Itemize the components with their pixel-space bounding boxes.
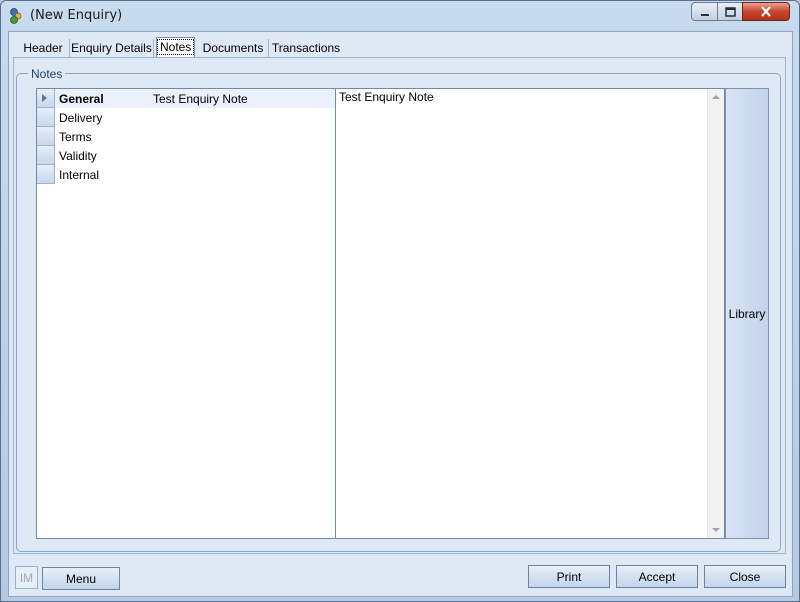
footer-bar: IM Menu Print Accept Close [9, 560, 792, 596]
tab-documents[interactable]: Documents [198, 39, 269, 57]
notes-row-terms[interactable]: Terms [37, 127, 335, 146]
title-bar[interactable]: (New Enquiry) [1, 1, 799, 31]
notes-row-validity[interactable]: Validity [37, 146, 335, 165]
maximize-button[interactable] [717, 2, 743, 21]
scroll-down-arrow-icon[interactable] [712, 528, 720, 532]
tab-transactions[interactable]: Transactions [271, 39, 341, 57]
note-category: Internal [59, 168, 100, 182]
notes-grid[interactable]: General Test Enquiry Note Delivery Terms… [36, 88, 336, 539]
print-button[interactable]: Print [528, 565, 610, 588]
form-body: Header Enquiry Details Notes Documents T… [8, 31, 793, 597]
tab-header[interactable]: Header [17, 39, 70, 57]
menu-button[interactable]: Menu [42, 567, 120, 590]
minimize-icon [700, 13, 709, 16]
app-icon[interactable] [8, 7, 24, 25]
close-window-button[interactable] [742, 2, 790, 21]
note-text-area[interactable]: Test Enquiry Note [336, 88, 725, 539]
notes-row-general[interactable]: General Test Enquiry Note [37, 89, 335, 108]
minimize-button[interactable] [691, 2, 718, 21]
note-text: Test Enquiry Note [339, 90, 434, 104]
tab-strip: Header Enquiry Details Notes Documents T… [9, 36, 792, 58]
note-category: General [59, 92, 104, 106]
close-icon [761, 6, 771, 17]
library-button[interactable]: Library [725, 88, 769, 539]
row-selector[interactable] [37, 127, 55, 146]
note-category: Delivery [59, 111, 103, 125]
row-selector[interactable] [37, 89, 55, 108]
row-selector[interactable] [37, 165, 55, 184]
note-category: Terms [59, 130, 92, 144]
im-logo: IM [15, 566, 38, 589]
notes-group-label: Notes [28, 67, 66, 81]
tab-notes[interactable]: Notes [156, 37, 195, 58]
close-button[interactable]: Close [704, 565, 786, 588]
current-row-arrow-icon [42, 94, 47, 102]
notes-row-internal[interactable]: Internal [37, 165, 335, 184]
window-title: (New Enquiry) [30, 8, 123, 23]
row-selector[interactable] [37, 146, 55, 165]
notes-row-delivery[interactable]: Delivery [37, 108, 335, 127]
row-selector[interactable] [37, 108, 55, 127]
note-summary: Test Enquiry Note [153, 92, 248, 106]
enquiry-window: (New Enquiry) Header Enquiry Details Not… [0, 0, 800, 602]
tab-enquiry-details[interactable]: Enquiry Details [70, 39, 154, 57]
note-category: Validity [59, 149, 97, 163]
accept-button[interactable]: Accept [616, 565, 698, 588]
vertical-scrollbar[interactable] [707, 89, 724, 538]
scroll-up-arrow-icon[interactable] [712, 95, 720, 99]
maximize-icon [724, 6, 736, 17]
